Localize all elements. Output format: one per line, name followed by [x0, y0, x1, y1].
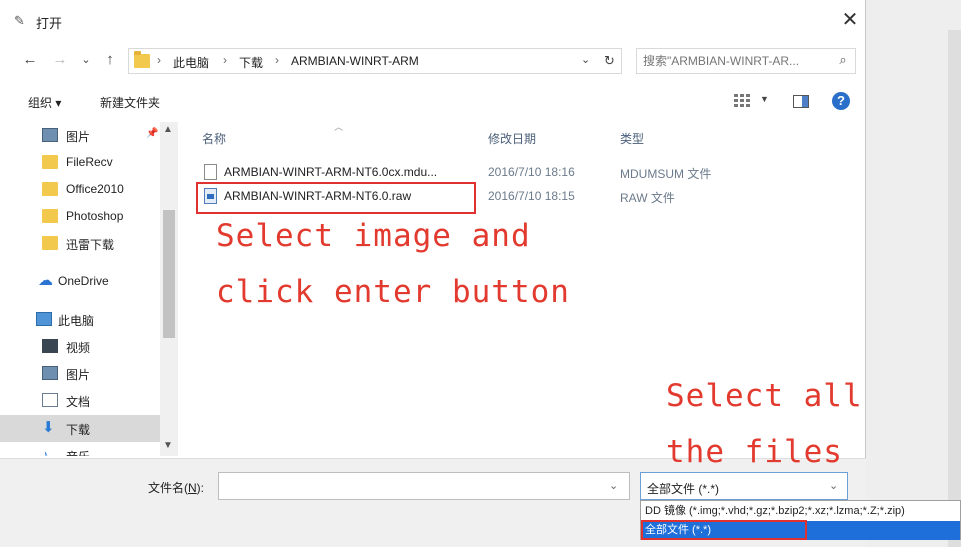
sidebar-item-videos[interactable]: 视频	[0, 333, 160, 360]
sidebar-item-label: Photoshop	[66, 209, 124, 223]
search-input[interactable]	[643, 52, 829, 70]
folder-icon	[134, 51, 150, 68]
sidebar-item-label: Office2010	[66, 182, 124, 196]
column-header-type[interactable]: 类型	[620, 130, 644, 147]
organize-button[interactable]: 组织 ▾	[28, 94, 61, 111]
breadcrumb-armbian-folder[interactable]: ARMBIAN-WINRT-ARM	[291, 54, 419, 68]
breadcrumb-separator: ›	[223, 53, 227, 67]
sidebar-item-onedrive[interactable]: ☁ OneDrive	[0, 268, 160, 295]
annotation-click-enter: click enter button	[216, 274, 570, 310]
sidebar-item-pictures-quick[interactable]: 图片 📌	[0, 122, 160, 149]
view-dropdown-icon[interactable]: ▼	[760, 94, 769, 104]
refresh-button[interactable]: ↻	[598, 48, 622, 74]
breadcrumb-this-pc[interactable]: 此电脑	[173, 54, 209, 71]
address-bar[interactable]: › 此电脑 › 下载 › ARMBIAN-WINRT-ARM ⌄	[128, 48, 600, 74]
scroll-up-icon[interactable]: ▲	[163, 124, 173, 135]
pc-icon	[36, 312, 52, 326]
scroll-down-icon[interactable]: ▼	[163, 440, 173, 451]
file-modified-date: 2016/7/10 18:15	[488, 189, 575, 203]
raw-file-highlight-box	[196, 182, 476, 214]
folder-icon	[42, 236, 58, 250]
column-header-name[interactable]: 名称	[202, 130, 226, 147]
close-button[interactable]: ✕	[838, 8, 862, 32]
chevron-down-icon: ⌄	[829, 480, 839, 492]
breadcrumb-downloads[interactable]: 下载	[239, 54, 263, 71]
folder-icon	[42, 182, 58, 196]
command-toolbar: 组织 ▾ 新建文件夹 ▼ ?	[0, 84, 866, 120]
column-header-label: 名称	[202, 132, 227, 146]
sidebar-item-label: 视频	[66, 341, 91, 355]
annotation-select-all: Select all	[666, 378, 863, 414]
folder-icon	[42, 155, 58, 169]
sidebar-item-label: OneDrive	[58, 274, 109, 288]
file-type-filter-value: 全部文件 (*.*)	[647, 482, 720, 496]
breadcrumb-separator: ›	[157, 53, 161, 67]
filename-input[interactable]	[223, 477, 603, 495]
file-type-filter-select[interactable]: 全部文件 (*.*) ⌄	[640, 472, 848, 500]
sidebar-item-downloads[interactable]: ⬇ 下载	[0, 415, 160, 442]
chevron-down-icon[interactable]: ⌄	[609, 479, 618, 492]
sidebar-item-label: 音乐	[66, 448, 90, 456]
sidebar-item-label: FileRecv	[66, 155, 113, 169]
sidebar-item-label: 文档	[66, 395, 91, 409]
pen-icon: ✎	[14, 13, 25, 28]
breadcrumb-separator: ›	[275, 53, 279, 67]
sidebar-item-this-pc[interactable]: 此电脑	[0, 306, 160, 333]
sidebar-item-label: 此电脑	[58, 314, 95, 328]
downloads-icon: ⬇	[42, 419, 55, 436]
onedrive-icon: ☁	[38, 272, 53, 289]
title-bar: ✎ 打开 ✕	[0, 0, 866, 40]
recent-locations-button[interactable]: ⌄	[76, 50, 96, 70]
background-window	[866, 0, 961, 547]
file-name: ARMBIAN-WINRT-ARM-NT6.0cx.mdu...	[224, 165, 438, 179]
sidebar-item-music[interactable]: ♪ 音乐	[0, 442, 160, 457]
scrollbar-thumb[interactable]	[163, 210, 175, 338]
search-icon[interactable]: ⌕	[835, 52, 851, 70]
music-icon: ♪	[42, 447, 49, 457]
search-box: ⌕	[636, 48, 856, 74]
pin-icon[interactable]: 📌	[146, 128, 158, 139]
help-icon[interactable]: ?	[832, 92, 850, 110]
address-row: ← → ⌄ ↑ › 此电脑 › 下载 › ARMBIAN-WINRT-ARM ⌄…	[0, 42, 866, 78]
sidebar-item-label: 图片	[66, 368, 91, 382]
sidebar-item-label: 下载	[66, 423, 91, 437]
sidebar-item-pictures[interactable]: 图片	[0, 360, 160, 387]
all-files-highlight-box	[641, 520, 807, 540]
navigation-pane: 图片 📌 FileRecv Office2010 Photoshop 迅雷下载 …	[0, 122, 180, 456]
video-icon	[42, 339, 58, 353]
annotation-the-files: the files	[666, 434, 843, 470]
sidebar-item-label: 图片	[66, 130, 91, 144]
up-button[interactable]: ↑	[100, 50, 120, 70]
sort-indicator-icon: ︿	[334, 122, 344, 132]
background-strip	[948, 30, 961, 547]
file-icon	[204, 164, 217, 180]
file-type: MDUMSUM 文件	[620, 167, 712, 181]
filename-label: 文件名(N):	[148, 481, 205, 495]
dialog-title: 打开	[36, 16, 63, 31]
forward-button[interactable]: →	[50, 50, 70, 70]
sidebar-item-photoshop[interactable]: Photoshop	[0, 203, 160, 230]
sidebar-item-label: 迅雷下载	[66, 238, 115, 252]
preview-pane-icon[interactable]	[793, 95, 809, 108]
annotation-select-image: Select image and	[216, 218, 531, 254]
sidebar-item-filerecv[interactable]: FileRecv	[0, 149, 160, 176]
pictures-icon	[42, 366, 58, 380]
view-options-icon[interactable]	[734, 94, 750, 108]
file-type: RAW 文件	[620, 191, 675, 205]
file-modified-date: 2016/7/10 18:16	[488, 165, 575, 179]
filter-option-dd-image[interactable]: DD 镜像 (*.img;*.vhd;*.gz;*.bzip2;*.xz;*.l…	[641, 502, 960, 521]
filename-combobox: ⌄	[218, 472, 630, 500]
new-folder-button[interactable]: 新建文件夹	[100, 94, 160, 111]
sidebar-item-xunlei-downloads[interactable]: 迅雷下载	[0, 230, 160, 257]
pictures-icon	[42, 128, 58, 142]
column-header-modified[interactable]: 修改日期	[488, 130, 536, 147]
sidebar-item-documents[interactable]: 文档	[0, 387, 160, 414]
sidebar-item-office2010[interactable]: Office2010	[0, 176, 160, 203]
nav-pane-scrollbar[interactable]: ▲ ▼	[160, 122, 178, 456]
documents-icon	[42, 393, 58, 407]
back-button[interactable]: ←	[20, 50, 40, 70]
chevron-down-icon[interactable]: ⌄	[581, 53, 590, 66]
file-row-mdumsum[interactable]: ARMBIAN-WINRT-ARM-NT6.0cx.mdu... 2016/7/…	[200, 160, 860, 184]
folder-icon	[42, 209, 58, 223]
